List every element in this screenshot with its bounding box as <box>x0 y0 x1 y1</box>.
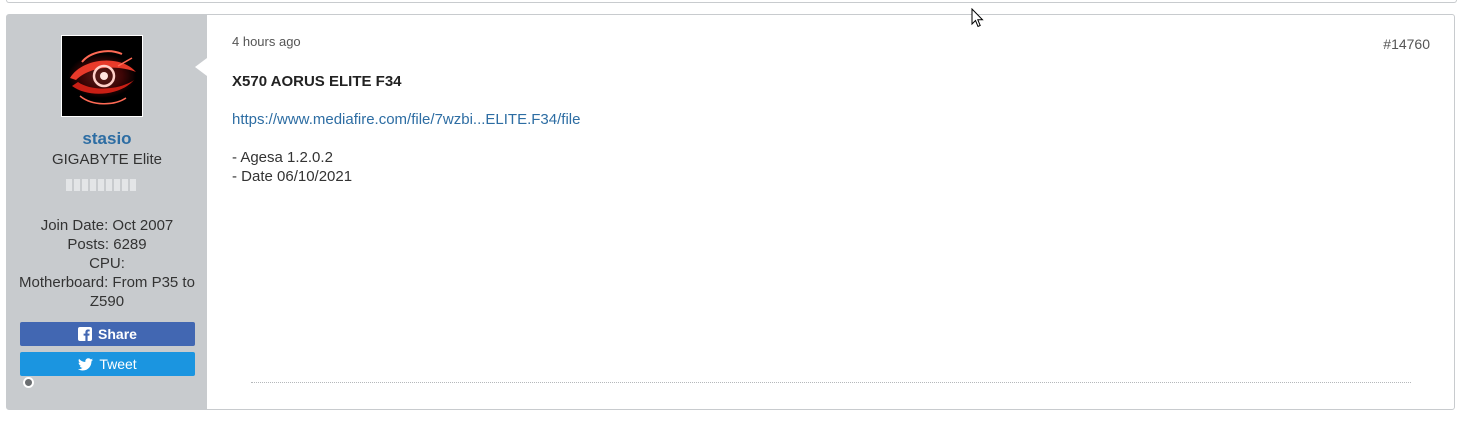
reputation-segment <box>74 179 80 191</box>
user-info-panel: stasio GIGABYTE Elite Join Date: Oct 200… <box>7 15 207 409</box>
username[interactable]: stasio <box>7 129 207 149</box>
tweet-button[interactable]: Tweet <box>20 352 195 376</box>
facebook-icon <box>78 327 93 341</box>
reputation-segment <box>90 179 96 191</box>
tweet-button-label: Tweet <box>99 356 137 372</box>
body-line-date: - Date 06/10/2021 <box>232 168 353 185</box>
share-button[interactable]: Share <box>20 322 195 346</box>
forum-post: stasio GIGABYTE Elite Join Date: Oct 200… <box>6 14 1455 410</box>
mouse-cursor-icon <box>971 7 985 33</box>
reputation-segment <box>66 179 72 191</box>
post-content: 4 hours ago #14760 X570 AORUS ELITE F34 … <box>207 15 1454 409</box>
post-title: X570 AORUS ELITE F34 <box>232 73 402 90</box>
reputation-segment <box>114 179 120 191</box>
motherboard-info: Motherboard: From P35 to Z590 <box>19 274 195 310</box>
join-date: Join Date: Oct 2007 <box>40 217 174 234</box>
post-count: Posts: 6289 <box>67 236 147 253</box>
reputation-segment <box>130 179 136 191</box>
reputation-segment <box>122 179 128 191</box>
download-link[interactable]: https://www.mediafire.com/file/7wzbi...E… <box>232 111 580 128</box>
cpu-info: CPU: <box>89 255 125 272</box>
gigabyte-eye-logo-icon <box>62 36 142 116</box>
post-number-link[interactable]: #14760 <box>1383 36 1430 52</box>
user-stats: Join Date: Oct 2007 Posts: 6289 CPU: Mot… <box>7 216 207 311</box>
avatar[interactable] <box>61 35 143 117</box>
twitter-icon <box>78 357 94 371</box>
reputation-bar <box>66 179 136 191</box>
user-title: GIGABYTE Elite <box>51 151 163 168</box>
reputation-segment <box>106 179 112 191</box>
reputation-segment <box>82 179 88 191</box>
reputation-segment <box>98 179 104 191</box>
post-arrow <box>195 58 207 76</box>
offline-status-icon <box>23 377 34 388</box>
share-button-label: Share <box>98 326 137 342</box>
body-line-agesa: - Agesa 1.2.0.2 <box>232 149 333 166</box>
previous-post-edge <box>6 0 1457 3</box>
post-date: 4 hours ago <box>232 34 301 49</box>
post-footer-divider <box>251 382 1411 383</box>
